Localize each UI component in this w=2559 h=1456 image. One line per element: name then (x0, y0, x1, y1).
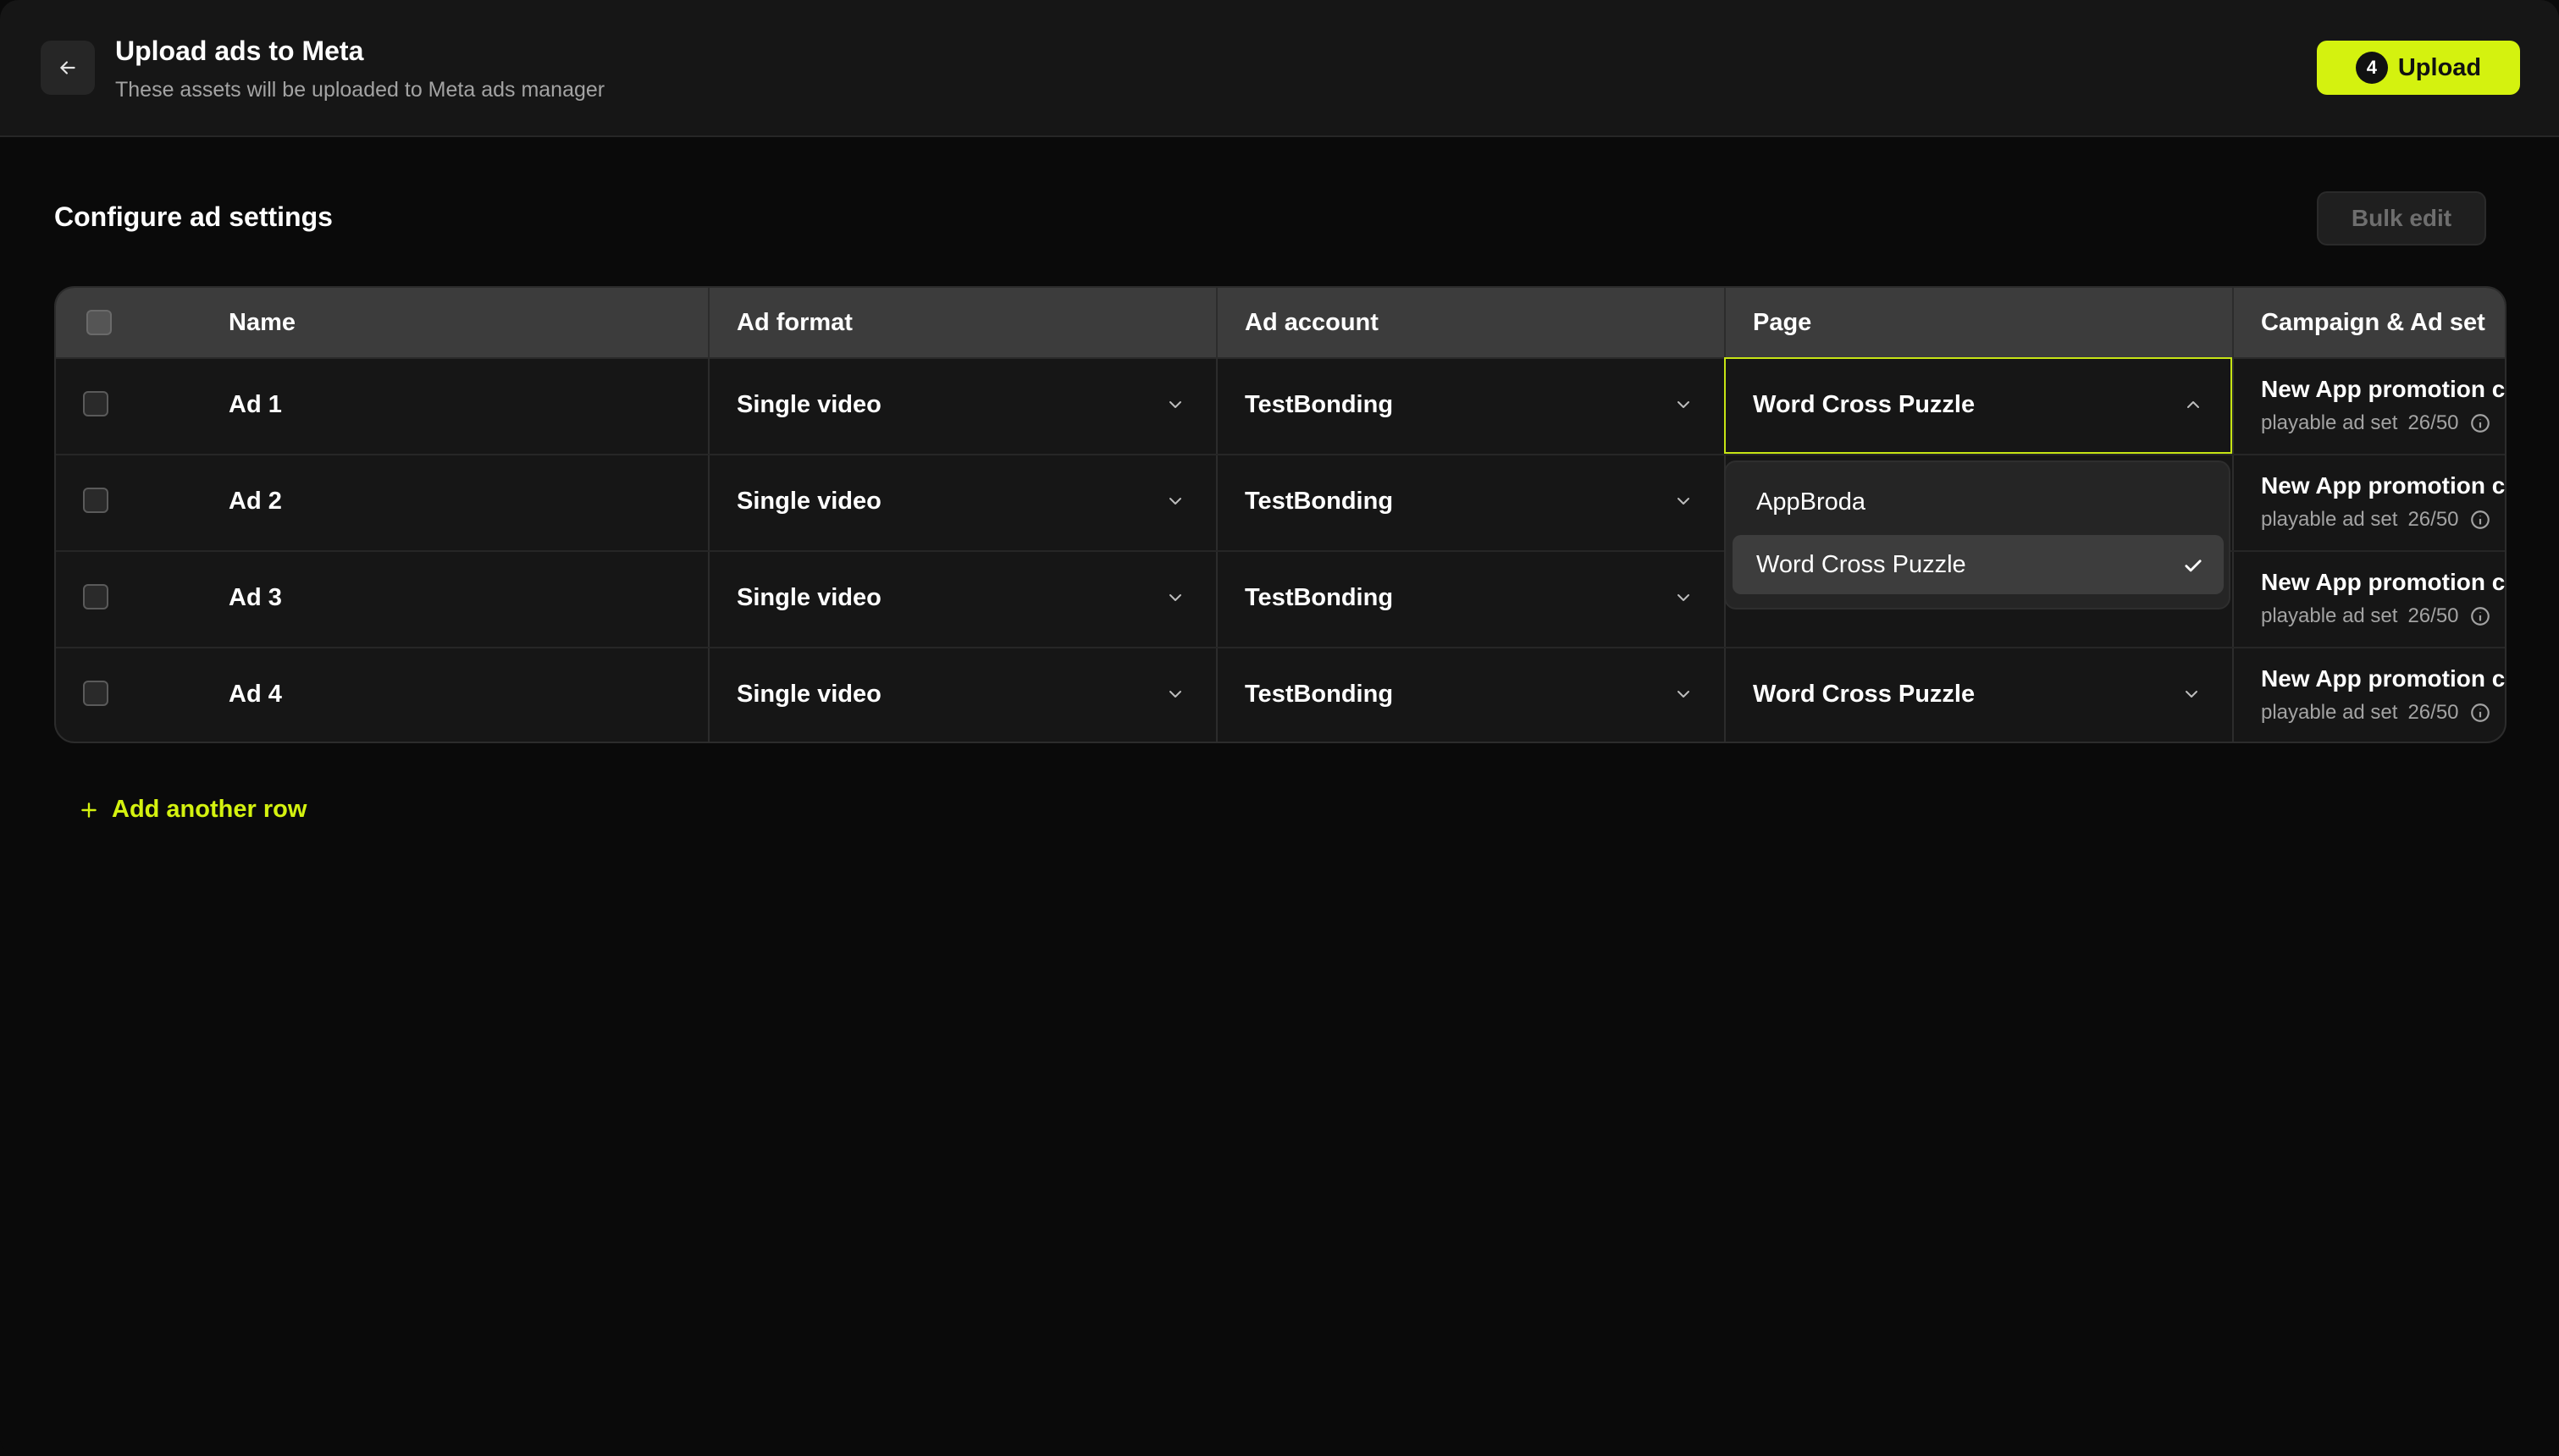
ad-format-select[interactable]: Single video (737, 488, 882, 516)
chevron-down-icon[interactable] (1673, 587, 1694, 608)
column-header-ad-account: Ad account (1245, 308, 1379, 336)
row-checkbox[interactable] (83, 391, 108, 416)
back-button[interactable] (41, 41, 95, 95)
campaign-name: New App promotion c (2261, 665, 2506, 692)
section-title: Configure ad settings (54, 201, 333, 232)
ad-name: Ad 4 (229, 681, 282, 708)
chevron-down-icon[interactable] (1673, 394, 1694, 415)
table-header: Name Ad format Ad account Page Campaign … (56, 288, 2505, 359)
bulk-edit-button[interactable]: Bulk edit (2317, 191, 2486, 245)
column-header-campaign: Campaign & Ad set (2261, 308, 2485, 336)
chevron-down-icon[interactable] (1165, 491, 1186, 511)
ad-name: Ad 1 (229, 391, 282, 418)
upload-button[interactable]: 4 Upload (2317, 41, 2520, 95)
add-row-button[interactable]: Add another row (78, 796, 307, 824)
adset-count: 26/50 (2407, 411, 2459, 434)
adset-count: 26/50 (2407, 508, 2459, 531)
chevron-down-icon[interactable] (1673, 491, 1694, 511)
top-bar: Upload ads to Meta These assets will be … (0, 0, 2559, 137)
row-checkbox[interactable] (83, 584, 108, 609)
option-label: Word Cross Puzzle (1756, 550, 1966, 578)
ad-name: Ad 2 (229, 488, 282, 515)
add-row-label: Add another row (112, 796, 307, 823)
column-header-page: Page (1753, 308, 1812, 336)
dropdown-option-appbroda[interactable]: AppBroda (1733, 472, 2224, 532)
chevron-down-icon[interactable] (1165, 587, 1186, 608)
select-all-checkbox[interactable] (86, 310, 112, 335)
info-icon[interactable] (2469, 605, 2491, 627)
upload-count-badge: 4 (2355, 52, 2388, 84)
page-select[interactable]: Word Cross Puzzle (1753, 681, 1975, 709)
page-subtitle: These assets will be uploaded to Meta ad… (115, 78, 605, 102)
upload-label: Upload (2397, 53, 2482, 81)
campaign-name: New App promotion c (2261, 569, 2506, 595)
chevron-down-icon[interactable] (1165, 684, 1186, 704)
row-checkbox[interactable] (83, 681, 108, 706)
option-label: AppBroda (1756, 488, 1865, 516)
adset-info: playable ad set 26/50 (2261, 701, 2491, 725)
campaign-name: New App promotion c (2261, 376, 2506, 402)
ad-account-select[interactable]: TestBonding (1245, 681, 1393, 709)
adset-info: playable ad set 26/50 (2261, 604, 2491, 628)
column-header-ad-format: Ad format (737, 308, 853, 336)
page-select-value: Word Cross Puzzle (1753, 391, 1976, 418)
page-select-open[interactable]: Word Cross Puzzle (1724, 357, 2232, 454)
adset-name: playable ad set (2261, 508, 2398, 531)
adset-info: playable ad set 26/50 (2261, 411, 2491, 435)
ad-format-select[interactable]: Single video (737, 681, 882, 709)
info-icon[interactable] (2469, 412, 2491, 434)
adset-count: 26/50 (2407, 604, 2459, 627)
page-dropdown-menu: AppBroda Word Cross Puzzle (1724, 461, 2230, 609)
adset-name: playable ad set (2261, 411, 2398, 434)
table-row: Ad 4 Single video TestBonding Word Cross… (56, 647, 2506, 742)
column-header-name: Name (229, 308, 296, 336)
info-icon[interactable] (2469, 702, 2491, 724)
adset-name: playable ad set (2261, 604, 2398, 627)
adset-name: playable ad set (2261, 701, 2398, 724)
chevron-down-icon[interactable] (2181, 684, 2202, 704)
ad-format-select[interactable]: Single video (737, 584, 882, 612)
ad-format-select[interactable]: Single video (737, 391, 882, 419)
adset-info: playable ad set 26/50 (2261, 508, 2491, 532)
app-window: Upload ads to Meta These assets will be … (0, 0, 2559, 1456)
check-icon (2185, 560, 2202, 572)
chevron-down-icon[interactable] (1673, 684, 1694, 704)
arrow-left-icon (60, 61, 75, 74)
chevron-down-icon[interactable] (1165, 394, 1186, 415)
info-icon[interactable] (2469, 509, 2491, 531)
adset-count: 26/50 (2407, 701, 2459, 724)
ad-name: Ad 3 (229, 584, 282, 611)
ad-account-select[interactable]: TestBonding (1245, 391, 1393, 419)
dropdown-option-word-cross-puzzle[interactable]: Word Cross Puzzle (1733, 535, 2224, 594)
ad-account-select[interactable]: TestBonding (1245, 488, 1393, 516)
row-checkbox[interactable] (83, 488, 108, 513)
plus-icon (81, 802, 97, 818)
campaign-name: New App promotion c (2261, 472, 2506, 499)
ad-account-select[interactable]: TestBonding (1245, 584, 1393, 612)
page-title: Upload ads to Meta (115, 36, 364, 66)
chevron-up-icon[interactable] (2183, 394, 2203, 415)
